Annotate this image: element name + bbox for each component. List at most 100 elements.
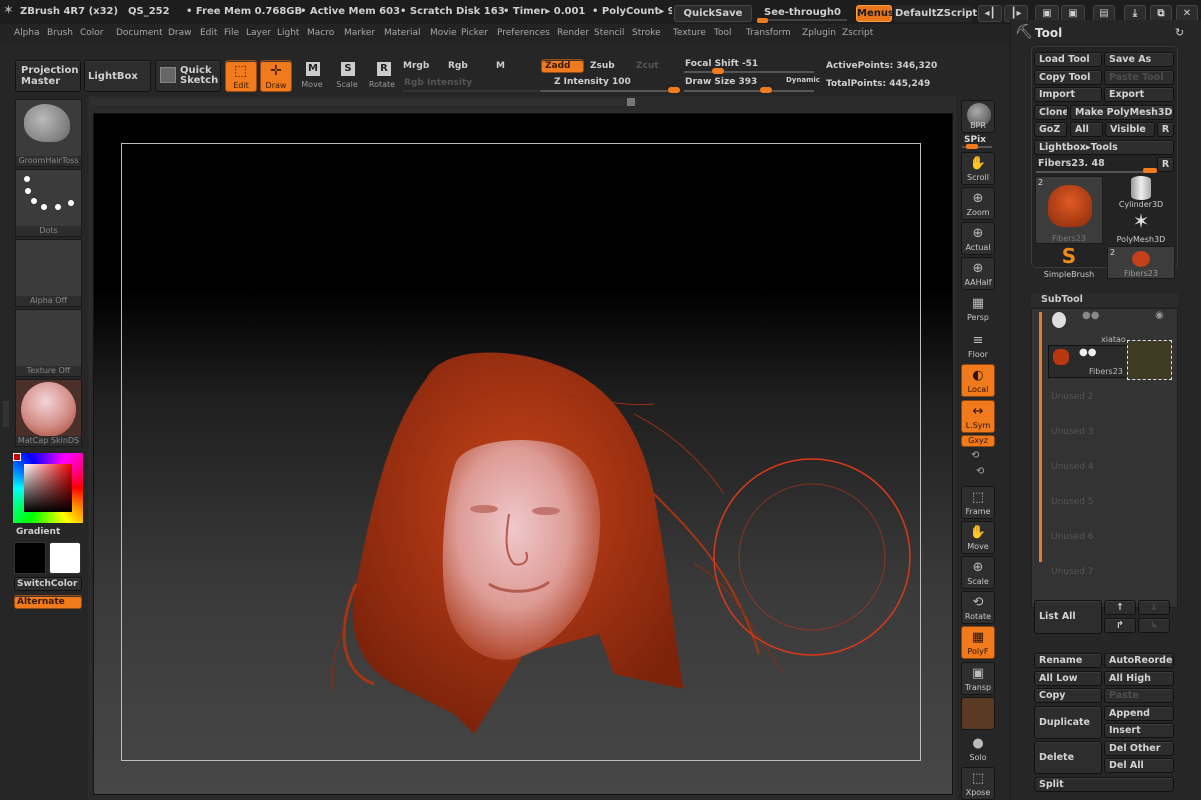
zsub-button[interactable]: Zsub [590, 61, 615, 71]
subtool-unused-7[interactable]: Unused 7 [1051, 567, 1094, 577]
visibility-toggle-icon[interactable]: ●● [1082, 310, 1099, 321]
aahalf-button[interactable]: ⊕ AAHalf [961, 257, 995, 290]
bpr-button[interactable]: BPR [961, 100, 995, 133]
scale-mode-button[interactable]: S Scale [333, 60, 361, 92]
scroll-button[interactable]: ✋ Scroll [961, 152, 995, 185]
del-all-button[interactable]: Del All [1104, 758, 1174, 773]
zadd-button[interactable]: Zadd [541, 59, 584, 73]
menu-movie[interactable]: Movie [430, 28, 457, 38]
rgb-button[interactable]: Rgb [448, 61, 468, 71]
gradient-toggle[interactable]: Gradient [16, 527, 60, 537]
zoom-button[interactable]: ⊕ Zoom [961, 187, 995, 220]
menu-marker[interactable]: Marker [344, 28, 375, 38]
actual-button[interactable]: ⊕ Actual [961, 222, 995, 255]
menu-zscript[interactable]: Zscript [842, 28, 873, 38]
menu-alpha[interactable]: Alpha [14, 28, 40, 38]
menu-stencil[interactable]: Stencil [594, 28, 624, 38]
auto-reorder-button[interactable]: AutoReorder [1104, 653, 1174, 668]
tool-slider-knob[interactable] [1143, 168, 1157, 173]
rename-button[interactable]: Rename [1034, 653, 1102, 668]
quicksave-button[interactable]: QuickSave [674, 5, 752, 22]
load-tool-button[interactable]: Load Tool [1034, 52, 1102, 67]
move-button[interactable]: ✋ Move [961, 521, 995, 554]
lightbox-tools-button[interactable]: Lightbox▸Tools [1034, 140, 1174, 155]
rotate-button[interactable]: ⟲ Rotate [961, 591, 995, 624]
see-through-slider[interactable] [757, 19, 847, 21]
draw-size-knob[interactable] [760, 87, 772, 93]
delete-button[interactable]: Delete [1034, 741, 1102, 774]
append-button[interactable]: Append [1104, 706, 1174, 721]
color-saturation-square[interactable] [24, 464, 72, 512]
persp-button[interactable]: ▦ Persp [961, 292, 995, 325]
duplicate-button[interactable]: Duplicate [1034, 706, 1102, 739]
menus-button[interactable]: Menus [856, 5, 894, 22]
save-as-button[interactable]: Save As [1104, 52, 1174, 67]
zcut-button[interactable]: Zcut [636, 61, 659, 71]
rotate-mode-button[interactable]: R Rotate [367, 60, 397, 92]
menu-color[interactable]: Color [80, 28, 104, 38]
left-tray-toggle[interactable] [3, 401, 9, 427]
menu-picker[interactable]: Picker [461, 28, 488, 38]
del-other-button[interactable]: Del Other [1104, 741, 1174, 756]
z-intensity-knob[interactable] [668, 87, 680, 93]
select-next-icon[interactable]: ↳ [1138, 618, 1170, 633]
goz-button[interactable]: GoZ [1034, 122, 1067, 137]
draw-size-slider[interactable] [684, 90, 814, 92]
clone-button[interactable]: Clone [1034, 105, 1068, 120]
lightbox-button[interactable]: LightBox [84, 60, 151, 92]
subtool-unused-3[interactable]: Unused 3 [1051, 427, 1094, 437]
subtool-header[interactable]: SubTool [1031, 293, 1178, 307]
subtool-item-fibers23[interactable]: ●● Fibers23 [1048, 345, 1128, 378]
export-button[interactable]: Export [1104, 87, 1174, 102]
menu-zplugin[interactable]: Zplugin [802, 28, 836, 38]
canvas-scroll-handle[interactable] [627, 98, 635, 106]
shrink-ui-icon[interactable]: ◂┃ [978, 5, 1002, 22]
stroke-selector[interactable]: Dots [15, 169, 82, 237]
alternate-button[interactable]: Alternate [14, 595, 82, 609]
subtool-scrollbar[interactable] [1039, 312, 1042, 562]
rgb-intensity-slider[interactable] [403, 90, 538, 92]
brush-selector[interactable]: GroomHairToss [15, 99, 82, 167]
menu-material[interactable]: Material [384, 28, 421, 38]
menu-stroke[interactable]: Stroke [632, 28, 661, 38]
menu-draw[interactable]: Draw [168, 28, 192, 38]
menu-file[interactable]: File [224, 28, 239, 38]
material-selector[interactable]: MatCap SkinDS [15, 379, 82, 447]
palette-refresh-icon[interactable]: ↻ [1175, 26, 1184, 39]
list-all-button[interactable]: List All [1034, 600, 1102, 634]
lsym-button[interactable]: ↔ L.Sym [961, 400, 995, 433]
tool-thumb-cylinder3d[interactable]: Cylinder3D [1107, 176, 1175, 210]
select-arrow-icon[interactable]: ↱ [1104, 618, 1136, 633]
import-button[interactable]: Import [1034, 87, 1102, 102]
floor-button[interactable]: ≡ Floor [961, 329, 995, 362]
default-zscript-button[interactable]: DefaultZScript [894, 5, 977, 22]
menu-macro[interactable]: Macro [307, 28, 334, 38]
z-rotate-icon[interactable]: ⟲ [976, 466, 984, 477]
move-mode-button[interactable]: M Move [298, 60, 326, 92]
canvas-top-scrollbar[interactable] [90, 99, 638, 105]
menu-edit[interactable]: Edit [200, 28, 217, 38]
subtool-unused-4[interactable]: Unused 4 [1051, 462, 1094, 472]
spix-knob[interactable] [966, 144, 978, 149]
menu-light[interactable]: Light [277, 28, 299, 38]
paste-tool-button[interactable]: Paste Tool [1104, 70, 1174, 85]
texture-selector[interactable]: Texture Off [15, 309, 82, 377]
tool-palette-title[interactable]: Tool [1035, 26, 1062, 40]
goz-all-button[interactable]: All [1070, 122, 1103, 137]
z-intensity-slider[interactable] [540, 90, 680, 92]
move-up-icon[interactable]: ↑ [1104, 600, 1136, 615]
menu-render[interactable]: Render [557, 28, 589, 38]
draw-mode-button[interactable]: ✛ Draw [260, 60, 292, 92]
focal-shift-slider[interactable] [684, 71, 814, 73]
eye-icon[interactable]: ◉ [1155, 310, 1164, 321]
menu-texture[interactable]: Texture [673, 28, 706, 38]
copy-tool-button[interactable]: Copy Tool [1034, 70, 1102, 85]
menu-transform[interactable]: Transform [746, 28, 791, 38]
make-polymesh3d-button[interactable]: Make PolyMesh3D [1070, 105, 1174, 120]
subtool-unused-2[interactable]: Unused 2 [1051, 392, 1094, 402]
menu-tool[interactable]: Tool [714, 28, 731, 38]
subtool-unused-5[interactable]: Unused 5 [1051, 497, 1094, 507]
quick-sketch-button[interactable]: Quick Sketch [155, 60, 221, 92]
all-high-button[interactable]: All High [1104, 671, 1174, 686]
all-low-button[interactable]: All Low [1034, 671, 1102, 686]
